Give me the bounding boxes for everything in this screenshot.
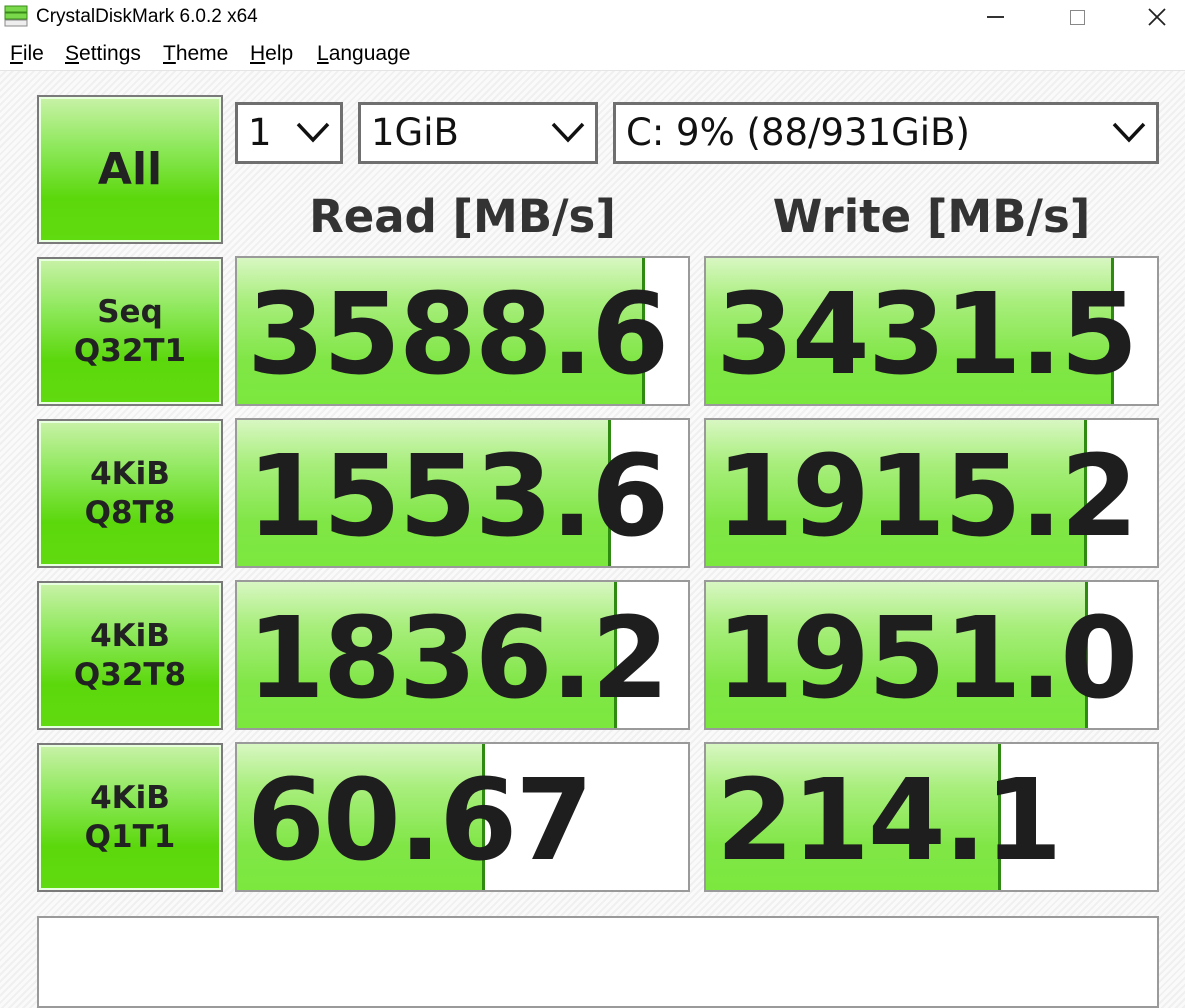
test-button-4kib-q1t1[interactable]: 4KiB Q1T1 <box>37 743 223 892</box>
chevron-down-icon <box>1112 122 1146 143</box>
chevron-down-icon <box>296 122 330 143</box>
menu-help[interactable]: Help <box>250 42 293 66</box>
write-value: 214.1 <box>716 756 1062 886</box>
write-header: Write [MB/s] <box>772 190 1091 243</box>
chevron-down-icon <box>551 122 585 143</box>
write-value: 1951.0 <box>716 594 1138 724</box>
test-label-line1: 4KiB <box>90 779 170 816</box>
close-button[interactable] <box>1132 0 1182 34</box>
read-result-cell: 1836.2 <box>235 580 690 730</box>
maximize-button[interactable] <box>1052 0 1102 34</box>
read-value: 1836.2 <box>247 594 669 724</box>
all-button-label: All <box>97 144 163 195</box>
comment-field[interactable] <box>37 916 1159 1008</box>
write-result-cell: 1951.0 <box>704 580 1159 730</box>
write-value: 3431.5 <box>716 270 1138 400</box>
menu-bar: File Settings Theme Help Language <box>0 38 1185 71</box>
title-bar: CrystalDiskMark 6.0.2 x64 <box>0 0 1185 34</box>
read-value: 60.67 <box>247 756 593 886</box>
size-select[interactable]: 1GiB <box>358 102 598 164</box>
test-button-4kib-q32t8[interactable]: 4KiB Q32T8 <box>37 581 223 730</box>
write-result-cell: 1915.2 <box>704 418 1159 568</box>
count-value: 1 <box>248 111 272 154</box>
test-button-seq-q32t1[interactable]: Seq Q32T1 <box>37 257 223 406</box>
test-label-line2: Q1T1 <box>84 818 176 855</box>
minimize-button[interactable] <box>970 0 1020 34</box>
size-value: 1GiB <box>371 111 459 154</box>
minimize-icon <box>986 16 1004 18</box>
test-label-line2: Q8T8 <box>84 494 176 531</box>
write-result-cell: 214.1 <box>704 742 1159 892</box>
read-value: 1553.6 <box>247 432 669 562</box>
window-title: CrystalDiskMark 6.0.2 x64 <box>36 6 258 27</box>
test-label-line1: Seq <box>97 293 163 330</box>
menu-file[interactable]: File <box>10 42 44 66</box>
test-label-line2: Q32T1 <box>73 332 187 369</box>
test-label-line2: Q32T8 <box>73 656 187 693</box>
maximize-icon <box>1069 9 1085 25</box>
test-label-line1: 4KiB <box>90 455 170 492</box>
close-icon <box>1148 8 1166 26</box>
write-result-cell: 3431.5 <box>704 256 1159 406</box>
all-button[interactable]: All <box>37 95 223 244</box>
write-value: 1915.2 <box>716 432 1138 562</box>
drive-value: C: 9% (88/931GiB) <box>626 111 970 154</box>
test-label-line1: 4KiB <box>90 617 170 654</box>
test-button-4kib-q8t8[interactable]: 4KiB Q8T8 <box>37 419 223 568</box>
menu-theme[interactable]: Theme <box>163 42 228 66</box>
read-header: Read [MB/s] <box>309 190 616 243</box>
read-result-cell: 60.67 <box>235 742 690 892</box>
read-result-cell: 3588.6 <box>235 256 690 406</box>
drive-select[interactable]: C: 9% (88/931GiB) <box>613 102 1159 164</box>
count-select[interactable]: 1 <box>235 102 343 164</box>
app-icon <box>4 5 28 27</box>
menu-settings[interactable]: Settings <box>65 42 141 66</box>
read-result-cell: 1553.6 <box>235 418 690 568</box>
menu-language[interactable]: Language <box>317 42 410 66</box>
read-value: 3588.6 <box>247 270 669 400</box>
